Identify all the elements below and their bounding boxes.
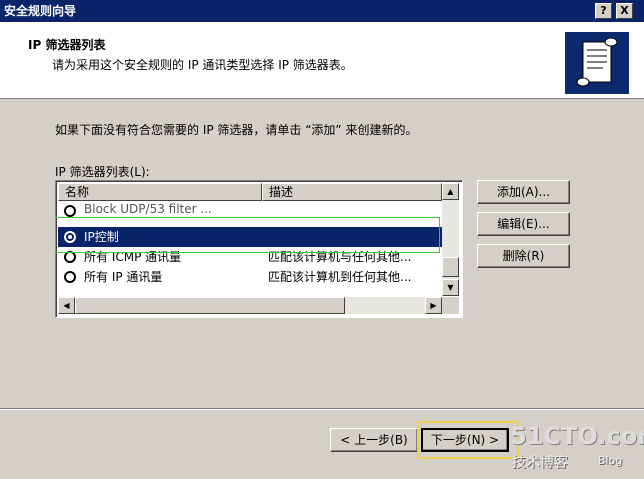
watermark-blog: Blog: [598, 454, 623, 467]
scroll-left-icon[interactable]: ◀: [58, 297, 75, 314]
list-item[interactable]: 所有 ICMP 通讯量 匹配该计算机与任何其他...: [58, 247, 442, 267]
radio-button[interactable]: [64, 231, 76, 243]
list-item-name: 所有 ICMP 通讯量: [84, 250, 182, 264]
list-item[interactable]: Block UDP/53 filter ...: [58, 203, 442, 217]
list-item-name: 所有 IP 通讯量: [84, 270, 163, 284]
scroll-down-icon[interactable]: ▼: [442, 279, 459, 296]
next-button[interactable]: 下一步(N) >: [421, 428, 509, 452]
scroll-thumb[interactable]: [75, 297, 345, 314]
scroll-up-icon[interactable]: ▲: [442, 183, 459, 200]
column-header-name[interactable]: 名称: [58, 183, 262, 201]
list-item[interactable]: IP控制: [57, 226, 443, 248]
wizard-header: IP 筛选器列表 请为采用这个安全规则的 IP 通讯类型选择 IP 筛选器表。: [0, 22, 644, 99]
close-button[interactable]: X: [616, 3, 633, 19]
list-item[interactable]: 所有 IP 通讯量 匹配该计算机到任何其他...: [58, 267, 442, 287]
radio-button[interactable]: [64, 251, 76, 263]
add-button[interactable]: 添加(A)...: [477, 180, 570, 204]
edit-button[interactable]: 编辑(E)...: [477, 212, 570, 236]
footer-divider: [0, 408, 644, 410]
vertical-scrollbar[interactable]: ▲ ▼: [442, 183, 459, 296]
scroll-icon: [565, 32, 629, 94]
watermark-main: 51CTO.com: [510, 422, 644, 450]
scroll-right-icon[interactable]: ▶: [425, 297, 442, 314]
list-item-description: 匹配该计算机到任何其他...: [268, 270, 412, 284]
watermark-sub: 技术博客: [512, 455, 568, 471]
help-button[interactable]: ?: [595, 3, 612, 19]
header-title: IP 筛选器列表: [28, 38, 106, 52]
intro-text: 如果下面没有符合您需要的 IP 筛选器，请单击 “添加” 来创建新的。: [55, 123, 418, 137]
header-subtitle: 请为采用这个安全规则的 IP 通讯类型选择 IP 筛选器表。: [52, 58, 353, 72]
radio-button[interactable]: [64, 271, 76, 283]
list-item-name: Block UDP/53 filter ...: [84, 203, 212, 216]
window-title: 安全规则向导: [4, 4, 77, 18]
radio-button[interactable]: [64, 205, 76, 217]
back-button[interactable]: < 上一步(B): [330, 428, 418, 452]
list-item-name: IP控制: [84, 230, 119, 244]
filter-list-label: IP 筛选器列表(L):: [55, 165, 150, 179]
list-item-description: 匹配该计算机与任何其他...: [268, 250, 412, 264]
watermark: 51CTO.com 技术博客 Blog: [510, 422, 644, 479]
column-header-description[interactable]: 描述: [262, 183, 442, 201]
title-bar: 安全规则向导: [0, 0, 644, 22]
scroll-thumb[interactable]: [442, 257, 459, 277]
remove-button[interactable]: 删除(R): [477, 244, 570, 268]
horizontal-scrollbar[interactable]: ◀ ▶: [58, 297, 442, 314]
filter-list[interactable]: 名称 描述 Block UDP/53 filter ... IP控制 所有 IC…: [55, 180, 463, 318]
scroll-corner: [442, 297, 459, 314]
